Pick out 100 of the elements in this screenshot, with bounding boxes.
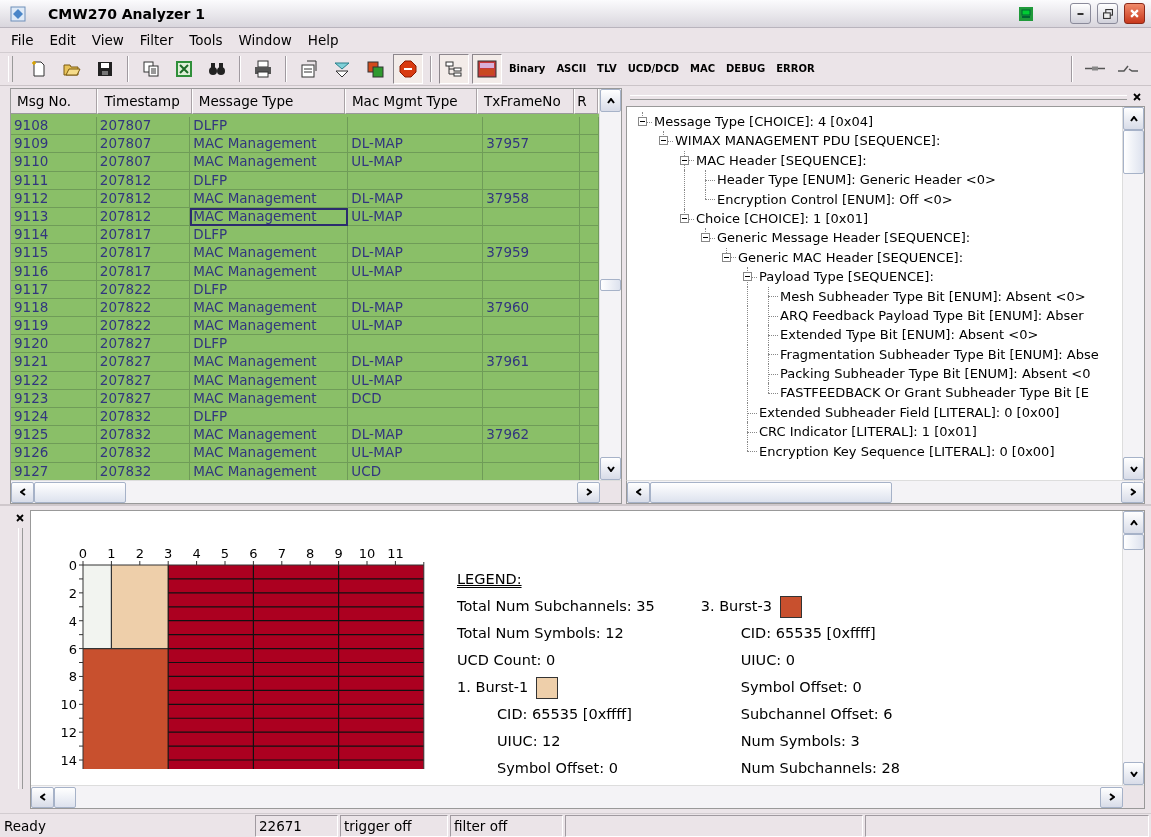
scroll-thumb[interactable]	[650, 481, 892, 503]
column-header[interactable]: Mac Mgmt Type	[345, 89, 479, 114]
vertical-scrollbar[interactable]	[1122, 511, 1144, 785]
view-mode-button[interactable]: DEBUG	[722, 53, 770, 84]
caret-left-icon	[39, 793, 46, 801]
expand-toggle-icon[interactable]	[701, 233, 710, 243]
scroll-thumb[interactable]	[1123, 130, 1144, 174]
expand-toggle-icon[interactable]	[743, 272, 752, 282]
tree-item[interactable]: FASTFEEDBACK Or Grant Subheader Type Bit [E	[779, 383, 1089, 403]
scroll-up-button[interactable]	[1123, 107, 1144, 130]
expand-toggle-icon[interactable]	[659, 136, 668, 146]
app-icon	[10, 5, 26, 22]
horizontal-scrollbar[interactable]	[31, 785, 1144, 808]
table-cell: 37961	[483, 353, 580, 372]
scroll-right-button[interactable]	[577, 481, 600, 503]
table-cell: 207817	[96, 262, 191, 281]
table-cell: 9123	[11, 389, 97, 408]
table-cell: 207807	[96, 117, 191, 136]
scroll-thumb[interactable]	[34, 481, 126, 503]
scroll-up-button[interactable]	[1123, 511, 1144, 534]
scroll-up-button[interactable]	[600, 89, 621, 112]
tree-item[interactable]: Fragmentation Subheader Type Bit [ENUM]: Abse	[779, 344, 1099, 365]
tree-item[interactable]: Generic Message Header [SEQUENCE]:	[716, 228, 971, 248]
scroll-thumb[interactable]	[600, 278, 621, 291]
view-mode-button[interactable]: ERROR	[772, 53, 819, 84]
menu-item[interactable]: File	[4, 29, 41, 50]
scroll-right-button[interactable]	[1100, 786, 1123, 808]
menu-item[interactable]: Window	[231, 29, 299, 50]
menu-item[interactable]: Edit	[42, 29, 83, 50]
unplugged-icon	[1118, 65, 1138, 73]
table-cell: 207817	[96, 226, 191, 245]
scroll-thumb[interactable]	[54, 786, 76, 808]
column-header[interactable]: Message Type	[192, 89, 346, 114]
close-pane-icon[interactable]	[16, 514, 24, 522]
table-cell: UL-MAP	[348, 153, 484, 172]
menu-item[interactable]: Help	[300, 29, 346, 50]
tree-item[interactable]: MAC Header [SEQUENCE]:	[695, 150, 867, 171]
tree-item[interactable]: Payload Type [SEQUENCE]:	[758, 267, 934, 287]
scroll-thumb[interactable]	[1123, 534, 1144, 550]
tree-item[interactable]: Generic MAC Header [SEQUENCE]:	[737, 247, 964, 268]
menu-item[interactable]: View	[84, 29, 131, 50]
view-mode-button[interactable]: UCD/DCD	[623, 53, 684, 84]
scroll-left-button[interactable]	[11, 481, 34, 503]
tick-label: 5	[220, 546, 230, 561]
column-header[interactable]: TxFrameNo	[478, 89, 576, 114]
tree-item[interactable]: Header Type [ENUM]: Generic Header <0>	[716, 170, 996, 190]
expand-toggle-icon[interactable]	[638, 117, 647, 126]
column-header[interactable]: Msg No.	[11, 89, 99, 114]
horizontal-scrollbar[interactable]	[626, 480, 1145, 504]
table-cell: DL-MAP	[348, 135, 484, 154]
minimize-button[interactable]	[1070, 3, 1091, 25]
color-panel-button[interactable]	[472, 53, 502, 84]
tick-label: 11	[387, 546, 404, 561]
tree-item[interactable]: Encryption Key Sequence [LITERAL]: 0 [0x00]	[758, 441, 1055, 462]
tree-item[interactable]: WIMAX MANAGEMENT PDU [SEQUENCE]:	[674, 131, 941, 151]
vertical-scrollbar[interactable]	[599, 89, 621, 480]
tree-item[interactable]: Mesh Subheader Type Bit [ENUM]: Absent <0>	[779, 286, 1086, 306]
tree-item[interactable]: Message Type [CHOICE]: 4 [0x04]	[653, 112, 874, 132]
tree-item[interactable]: Packing Subheader Type Bit [ENUM]: Absent <0	[779, 364, 1091, 384]
stop-sign-button[interactable]	[393, 53, 423, 84]
vertical-scrollbar[interactable]	[1122, 107, 1144, 480]
tree-item[interactable]: Extended Subheader Field [LITERAL]: 0 [0x00]	[758, 402, 1060, 423]
view-mode-button[interactable]: TLV	[593, 53, 621, 84]
close-button[interactable]	[1124, 3, 1145, 25]
column-header[interactable]: Timestamp	[98, 89, 193, 114]
table-cell: 37959	[483, 244, 580, 263]
tree-item[interactable]: ARQ Feedback Payload Type Bit [ENUM]: Abser	[779, 305, 1084, 326]
table-cell: MAC Management	[190, 189, 349, 208]
table-cell: MAC Management	[190, 262, 349, 281]
scroll-down-button[interactable]	[1123, 762, 1144, 785]
menu-item[interactable]: Filter	[132, 29, 181, 50]
horizontal-scrollbar[interactable]	[11, 480, 621, 503]
table-cell: DL-MAP	[348, 353, 484, 372]
tree-item[interactable]: CRC Indicator [LITERAL]: 1 [0x01]	[758, 422, 977, 442]
expand-toggle-icon[interactable]	[722, 252, 731, 262]
burst-label: 3. Burst-3	[700, 597, 772, 616]
scroll-left-button[interactable]	[31, 786, 54, 808]
table-cell: 207827	[96, 389, 191, 408]
expand-toggle-icon[interactable]	[680, 213, 689, 223]
table-cell: DL-MAP	[348, 244, 484, 263]
tree-view-button[interactable]	[439, 53, 469, 84]
scroll-left-button[interactable]	[627, 481, 650, 503]
tree-item[interactable]: Choice [CHOICE]: 1 [0x01]	[695, 208, 869, 229]
expand-toggle-icon[interactable]	[680, 155, 689, 165]
scroll-down-button[interactable]	[600, 457, 621, 480]
scrollbar-corner	[600, 481, 621, 503]
tree-item[interactable]: Encryption Control [ENUM]: Off <0>	[716, 189, 953, 209]
tree-item[interactable]: Extended Type Bit [ENUM]: Absent <0>	[779, 325, 1039, 345]
table-cell: MAC Management	[190, 135, 349, 154]
view-mode-button[interactable]: MAC	[686, 53, 720, 84]
scroll-down-button[interactable]	[1123, 457, 1144, 480]
restore-button[interactable]	[1097, 3, 1118, 25]
caret-down-icon	[1129, 770, 1138, 777]
tick-label: 4	[68, 613, 77, 629]
view-mode-button[interactable]: ASCII	[552, 53, 591, 84]
stop-sign-icon	[398, 58, 418, 79]
scroll-right-button[interactable]	[1121, 481, 1144, 503]
menu-item[interactable]: Tools	[182, 29, 230, 50]
close-pane-icon[interactable]	[1133, 93, 1141, 101]
view-mode-button[interactable]: Binary	[505, 53, 550, 84]
